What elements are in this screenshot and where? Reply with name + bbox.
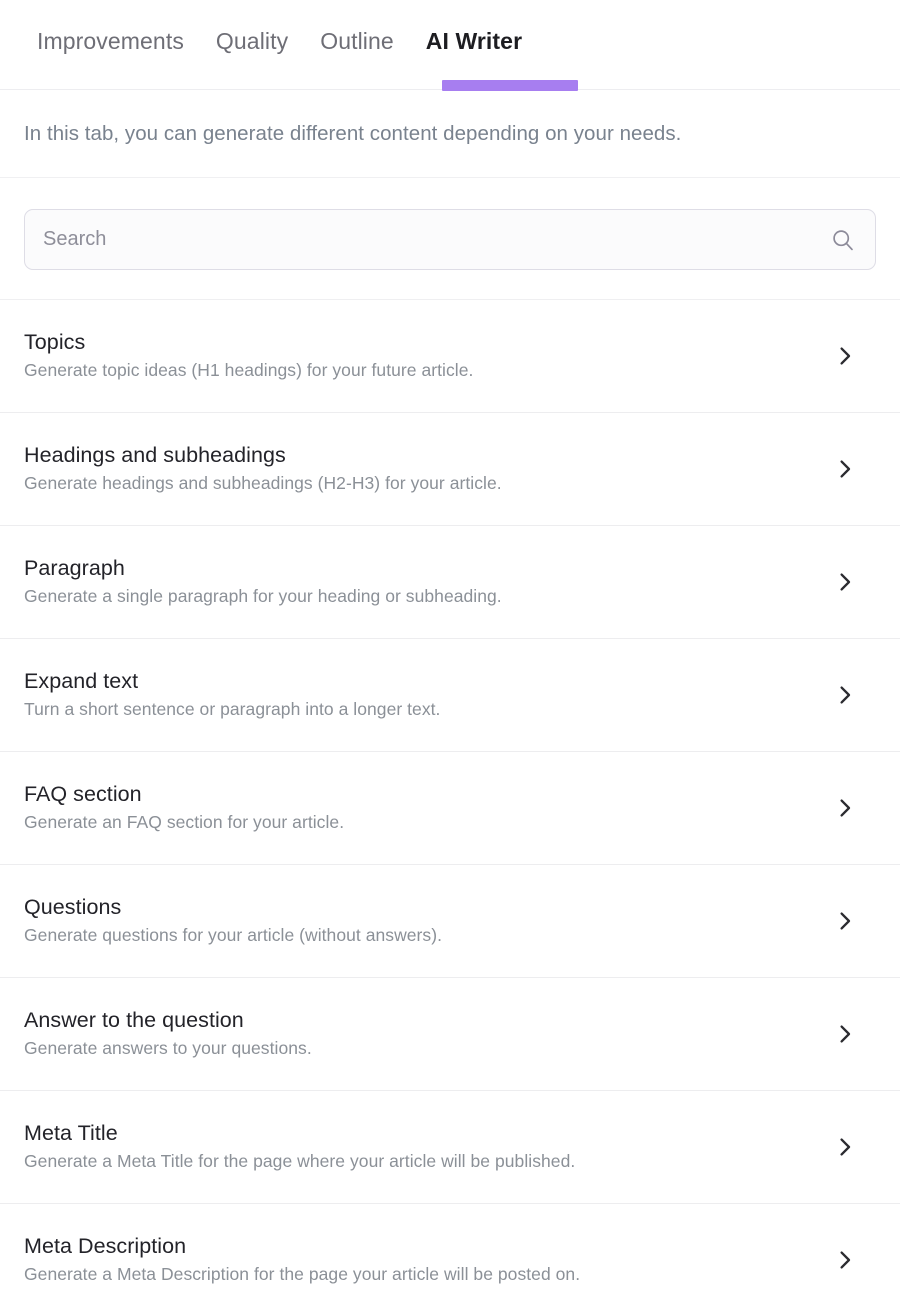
list-item[interactable]: Paragraph Generate a single paragraph fo… xyxy=(0,526,900,639)
list-item-text: Paragraph Generate a single paragraph fo… xyxy=(24,556,502,609)
list-item-text: Expand text Turn a short sentence or par… xyxy=(24,669,440,722)
search-box[interactable] xyxy=(24,209,876,270)
list-item-title: Meta Description xyxy=(24,1233,187,1258)
list-item[interactable]: Headings and subheadings Generate headin… xyxy=(0,413,900,526)
tab-improvements[interactable]: Improvements xyxy=(37,0,184,53)
panel-description-row: In this tab, you can generate different … xyxy=(0,90,900,178)
list-item-title: Answer to the question xyxy=(24,1007,244,1032)
list-item-description: Generate a Meta Title for the page where… xyxy=(24,1151,576,1172)
tab-ai-writer[interactable]: AI Writer xyxy=(426,0,522,53)
list-item-text: Answer to the question Generate answers … xyxy=(24,1008,312,1061)
list-item-text: Meta Title Generate a Meta Title for the… xyxy=(24,1121,575,1174)
chevron-right-icon[interactable] xyxy=(834,797,856,819)
chevron-right-icon[interactable] xyxy=(834,684,856,706)
list-item[interactable]: Answer to the question Generate answers … xyxy=(0,978,900,1091)
list-item[interactable]: Expand text Turn a short sentence or par… xyxy=(0,639,900,752)
list-item-description: Generate a single paragraph for your hea… xyxy=(24,586,502,607)
list-item-description: Generate an FAQ section for your article… xyxy=(24,812,345,833)
list-item[interactable]: Meta Description Generate a Meta Descrip… xyxy=(0,1204,900,1314)
chevron-right-icon[interactable] xyxy=(834,910,856,932)
list-item[interactable]: Meta Title Generate a Meta Title for the… xyxy=(0,1091,900,1204)
chevron-right-icon[interactable] xyxy=(834,1023,856,1045)
chevron-right-icon[interactable] xyxy=(834,458,856,480)
list-item-text: Questions Generate questions for your ar… xyxy=(24,895,442,948)
panel-description: In this tab, you can generate different … xyxy=(24,121,682,145)
list-item[interactable]: FAQ section Generate an FAQ section for … xyxy=(0,752,900,865)
list-item-description: Turn a short sentence or paragraph into … xyxy=(24,699,441,720)
list-item[interactable]: Questions Generate questions for your ar… xyxy=(0,865,900,978)
list-item-description: Generate questions for your article (wit… xyxy=(24,925,443,946)
tab-quality[interactable]: Quality xyxy=(216,0,288,53)
list-item-title: Questions xyxy=(24,894,122,919)
list-item-title: Paragraph xyxy=(24,555,125,580)
ai-writer-panel: Improvements Quality Outline AI Writer I… xyxy=(0,0,900,1314)
list-item-description: Generate topic ideas (H1 headings) for y… xyxy=(24,360,474,381)
search-input[interactable] xyxy=(25,210,875,269)
list-item-text: FAQ section Generate an FAQ section for … xyxy=(24,782,344,835)
tab-bar: Improvements Quality Outline AI Writer xyxy=(0,0,900,91)
list-item-description: Generate headings and subheadings (H2-H3… xyxy=(24,473,502,494)
list-item-text: Headings and subheadings Generate headin… xyxy=(24,443,502,496)
chevron-right-icon[interactable] xyxy=(834,571,856,593)
active-tab-indicator xyxy=(442,80,578,91)
list-item-description: Generate a Meta Description for the page… xyxy=(24,1264,581,1285)
search-section xyxy=(0,178,900,300)
chevron-right-icon[interactable] xyxy=(834,1136,856,1158)
chevron-right-icon[interactable] xyxy=(834,1249,856,1271)
list-item-description: Generate answers to your questions. xyxy=(24,1038,312,1059)
list-item-title: Headings and subheadings xyxy=(24,442,286,467)
list-item-text: Topics Generate topic ideas (H1 headings… xyxy=(24,330,473,383)
list-item-title: Expand text xyxy=(24,668,139,693)
list-item-title: Meta Title xyxy=(24,1120,118,1145)
list-item-text: Meta Description Generate a Meta Descrip… xyxy=(24,1234,580,1287)
list-item[interactable]: Topics Generate topic ideas (H1 headings… xyxy=(0,300,900,413)
chevron-right-icon[interactable] xyxy=(834,345,856,367)
generator-list: Topics Generate topic ideas (H1 headings… xyxy=(0,300,900,1314)
list-item-title: FAQ section xyxy=(24,781,142,806)
list-item-title: Topics xyxy=(24,329,86,354)
tab-outline[interactable]: Outline xyxy=(320,0,394,53)
